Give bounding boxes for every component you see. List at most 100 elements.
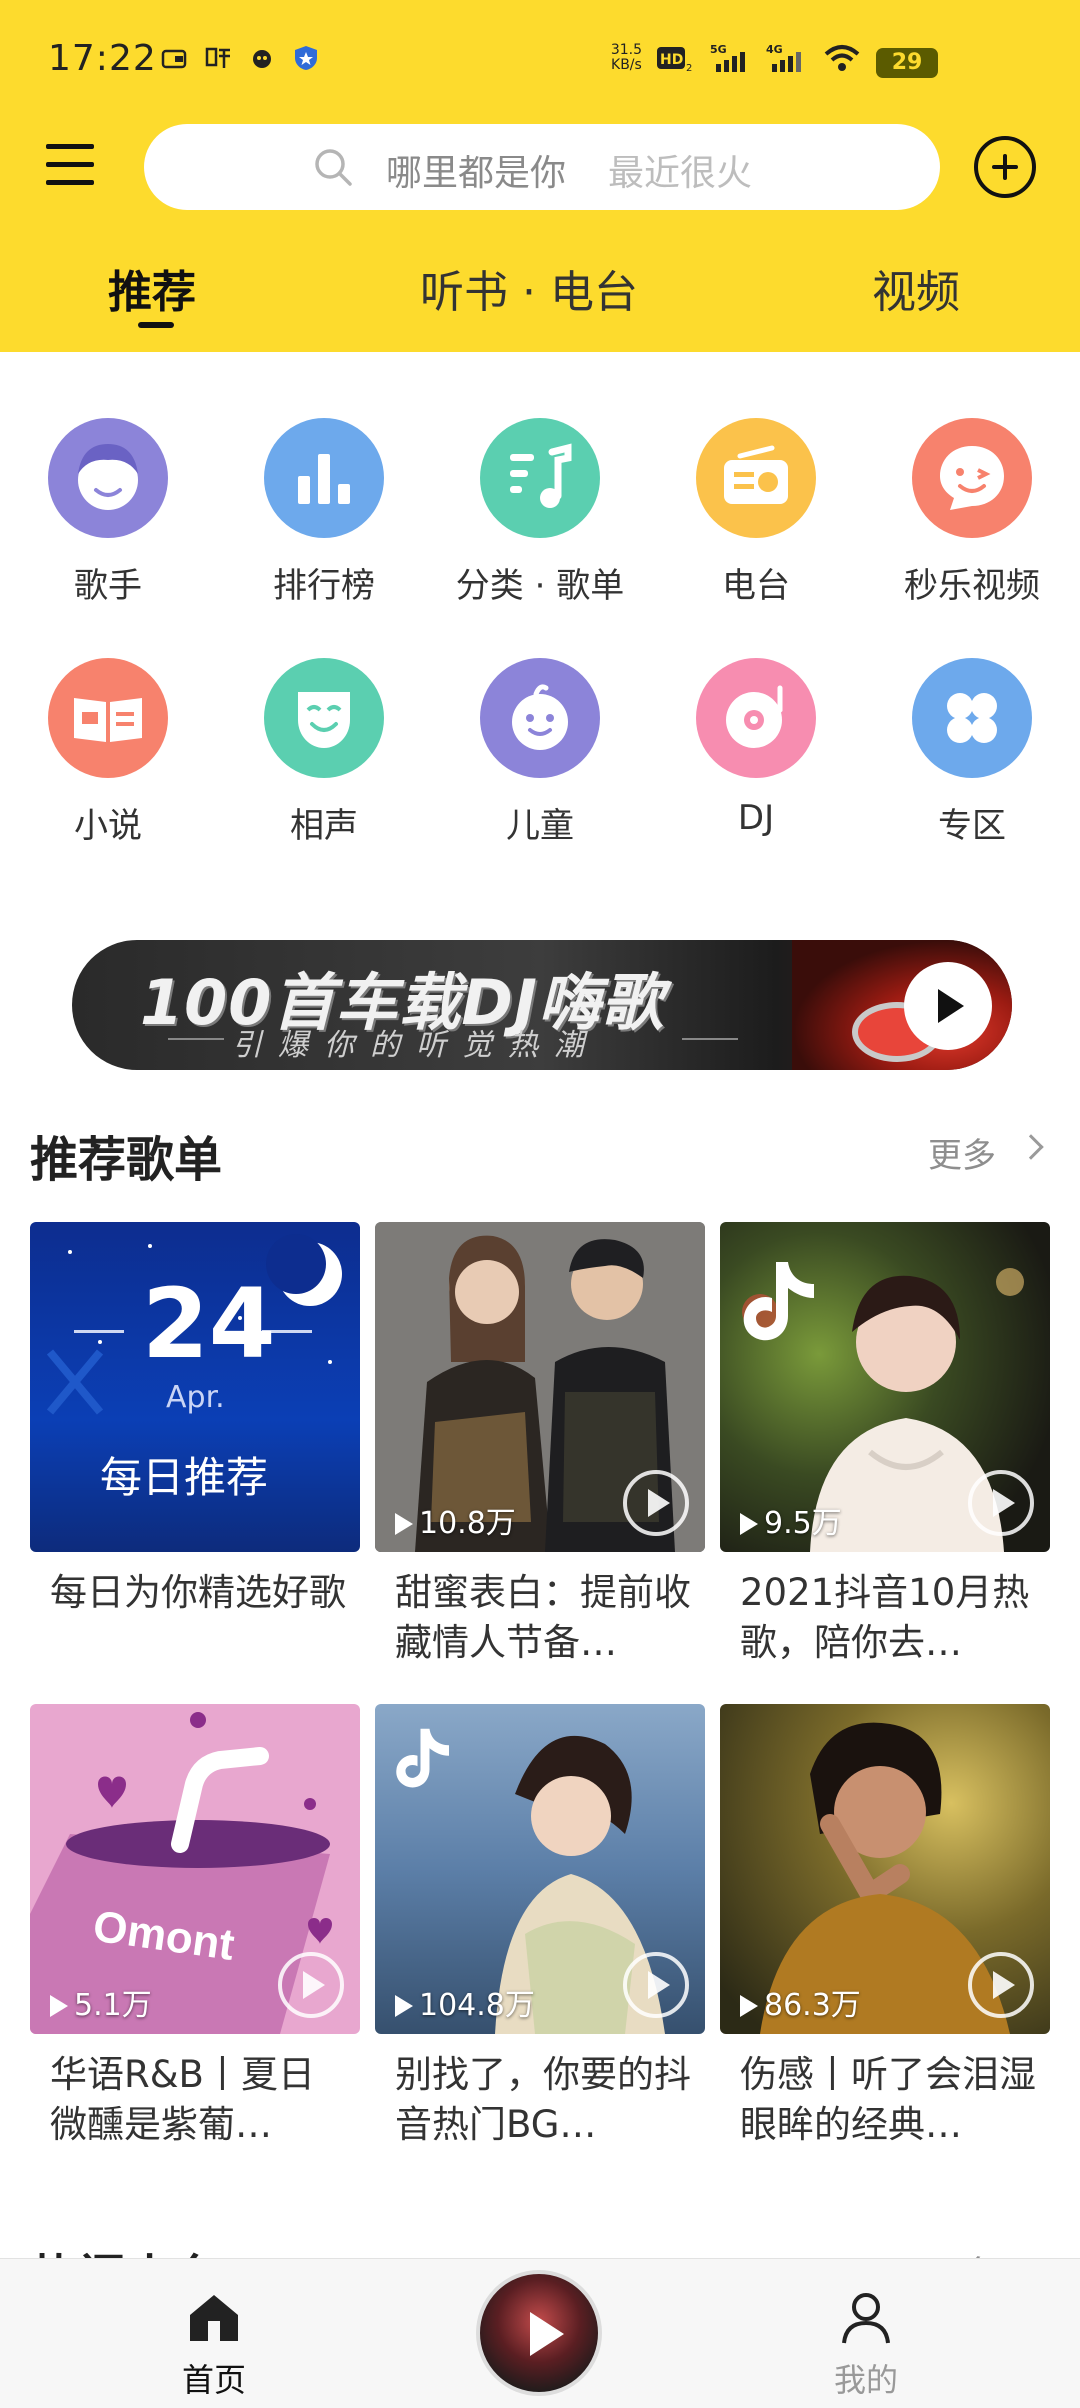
- home-icon: [190, 2295, 238, 2341]
- search-hint-secondary: 最近很火: [608, 153, 753, 194]
- play-count: 5.1万: [50, 1980, 152, 2024]
- category-radio[interactable]: 电台: [666, 418, 846, 607]
- play-icon[interactable]: [278, 1952, 344, 2018]
- playlist-title: 甜蜜表白：提前收藏情人节备…: [395, 1571, 691, 1664]
- playlist-card-daily[interactable]: 24 Apr. 每日推荐 每日为你精选好歌: [30, 1222, 360, 1682]
- banner-play-button[interactable]: [904, 962, 992, 1050]
- play-count: 9.5万: [740, 1498, 842, 1542]
- playlist-card[interactable]: 104.8万 别找了，你要的抖音热门BG…: [375, 1704, 705, 2164]
- signal-5g-icon: 5G: [710, 43, 745, 72]
- zone-icon: [912, 658, 1032, 778]
- now-playing-disc[interactable]: [476, 2270, 602, 2396]
- banner-subtitle: 引爆你的听觉热潮: [232, 1028, 600, 1063]
- daily-month: Apr.: [166, 1380, 225, 1415]
- tab-home[interactable]: 首页: [154, 2287, 274, 2401]
- video-icon: [912, 418, 1032, 538]
- search-hint: 哪里都是你: [386, 153, 567, 194]
- dj-icon: [696, 658, 816, 778]
- playlist-cover: 10.8万: [375, 1222, 705, 1552]
- chart-icon: [264, 418, 384, 538]
- category-video[interactable]: 秒乐视频: [882, 418, 1062, 607]
- category-zone[interactable]: 专区: [882, 658, 1062, 847]
- user-icon: [842, 2293, 890, 2344]
- daily-day: 24: [142, 1268, 276, 1380]
- svg-text:HD: HD: [660, 52, 683, 68]
- battery-indicator: 29: [876, 48, 938, 78]
- singer-icon: [48, 418, 168, 538]
- playlist-cover: 9.5万: [720, 1222, 1050, 1552]
- signal-4g-icon: 4G: [766, 43, 801, 72]
- play-count-icon: [740, 1513, 758, 1535]
- tiktok-logo: [743, 1262, 814, 1341]
- hd-voice-icon: HD2: [657, 47, 692, 73]
- network-speed: 31.5 KB/s: [610, 42, 642, 73]
- tab-active-indicator: [138, 322, 174, 328]
- svg-text:5G: 5G: [710, 43, 727, 56]
- playlist-title: 2021抖音10月热歌，陪你去…: [740, 1571, 1030, 1664]
- section-title: 推荐歌单: [30, 1132, 223, 1188]
- listen-app-icon: [205, 47, 230, 68]
- children-icon: [480, 658, 600, 778]
- tab-audiobook-radio[interactable]: 听书 · 电台: [420, 256, 638, 320]
- play-icon[interactable]: [623, 1952, 689, 2018]
- novel-icon: [48, 658, 168, 778]
- play-count-icon: [50, 1995, 68, 2017]
- tab-me[interactable]: 我的: [806, 2287, 926, 2401]
- playlist-card[interactable]: 86.3万 伤感丨听了会泪湿眼眸的经典…: [720, 1704, 1050, 2164]
- status-notification-icons: [160, 44, 320, 72]
- playlist-cover: 104.8万: [375, 1704, 705, 2034]
- section-more-link[interactable]: 更多: [928, 1128, 996, 1177]
- play-icon[interactable]: [623, 1470, 689, 1536]
- play-count-icon: [395, 1513, 413, 1535]
- shield-star-icon: [295, 46, 317, 70]
- playlist-card[interactable]: Omont 5.1万 华语R&B丨夏日微醺是紫葡…: [30, 1704, 360, 2164]
- promo-banner[interactable]: 100首车载DJ嗨歌 引爆你的听觉热潮: [72, 940, 1012, 1070]
- category-novel[interactable]: 小说: [18, 658, 198, 847]
- category-chart[interactable]: 排行榜: [234, 418, 414, 607]
- banner-divider: [168, 1038, 224, 1040]
- tab-recommend[interactable]: 推荐: [108, 256, 196, 320]
- menu-button[interactable]: [44, 140, 100, 190]
- category-children[interactable]: 儿童: [450, 658, 630, 847]
- mascot-icon: [253, 50, 271, 68]
- category-playlist[interactable]: 分类 · 歌单: [450, 418, 630, 607]
- playlist-title: 华语R&B丨夏日微醺是紫葡…: [50, 2053, 315, 2146]
- category-dj[interactable]: DJ: [666, 658, 846, 838]
- playlist-cover: Omont 5.1万: [30, 1704, 360, 2034]
- svg-text:4G: 4G: [766, 43, 783, 56]
- status-bar: 17:22 31.5 KB/s HD 2 5G 4G 29: [0, 0, 1080, 124]
- tiktok-logo: [396, 1728, 449, 1788]
- play-count: 86.3万: [740, 1980, 861, 2024]
- menu-icon-line: [46, 162, 94, 167]
- playlist-title: 别找了，你要的抖音热门BG…: [395, 2053, 691, 2146]
- play-icon[interactable]: [968, 1952, 1034, 2018]
- add-button[interactable]: [974, 136, 1036, 198]
- play-count-icon: [395, 1995, 413, 2017]
- play-count: 10.8万: [395, 1498, 516, 1542]
- daily-label: 每日推荐: [100, 1453, 269, 1502]
- svg-text:2: 2: [686, 63, 692, 73]
- playlist-card[interactable]: 9.5万 2021抖音10月热歌，陪你去…: [720, 1222, 1050, 1682]
- menu-icon-line: [46, 144, 94, 149]
- playlist-card[interactable]: 10.8万 甜蜜表白：提前收藏情人节备…: [375, 1222, 705, 1682]
- playlist-cover: 24 Apr. 每日推荐: [30, 1222, 360, 1552]
- playlist-icon: [480, 418, 600, 538]
- banner-divider: [682, 1038, 738, 1040]
- category-crosstalk[interactable]: 相声: [234, 658, 414, 847]
- playlist-cover: 86.3万: [720, 1704, 1050, 2034]
- playlist-title: 伤感丨听了会泪湿眼眸的经典…: [740, 2053, 1036, 2146]
- status-time: 17:22: [48, 38, 157, 79]
- play-count-icon: [740, 1995, 758, 2017]
- tab-video[interactable]: 视频: [872, 256, 960, 320]
- playlist-title: 每日为你精选好歌: [50, 1571, 346, 1614]
- play-icon[interactable]: [968, 1470, 1034, 1536]
- wallet-icon: [161, 49, 187, 69]
- chevron-right-icon: [1018, 1134, 1044, 1160]
- search-icon: [315, 149, 352, 186]
- search-input[interactable]: 哪里都是你 最近很火: [144, 124, 940, 210]
- category-singer[interactable]: 歌手: [18, 418, 198, 607]
- menu-icon-line: [46, 180, 94, 185]
- play-count: 104.8万: [395, 1980, 535, 2024]
- radio-icon: [696, 418, 816, 538]
- header: 17:22 31.5 KB/s HD2 5G 4G 29 哪里都是你 最近很火: [0, 0, 1080, 352]
